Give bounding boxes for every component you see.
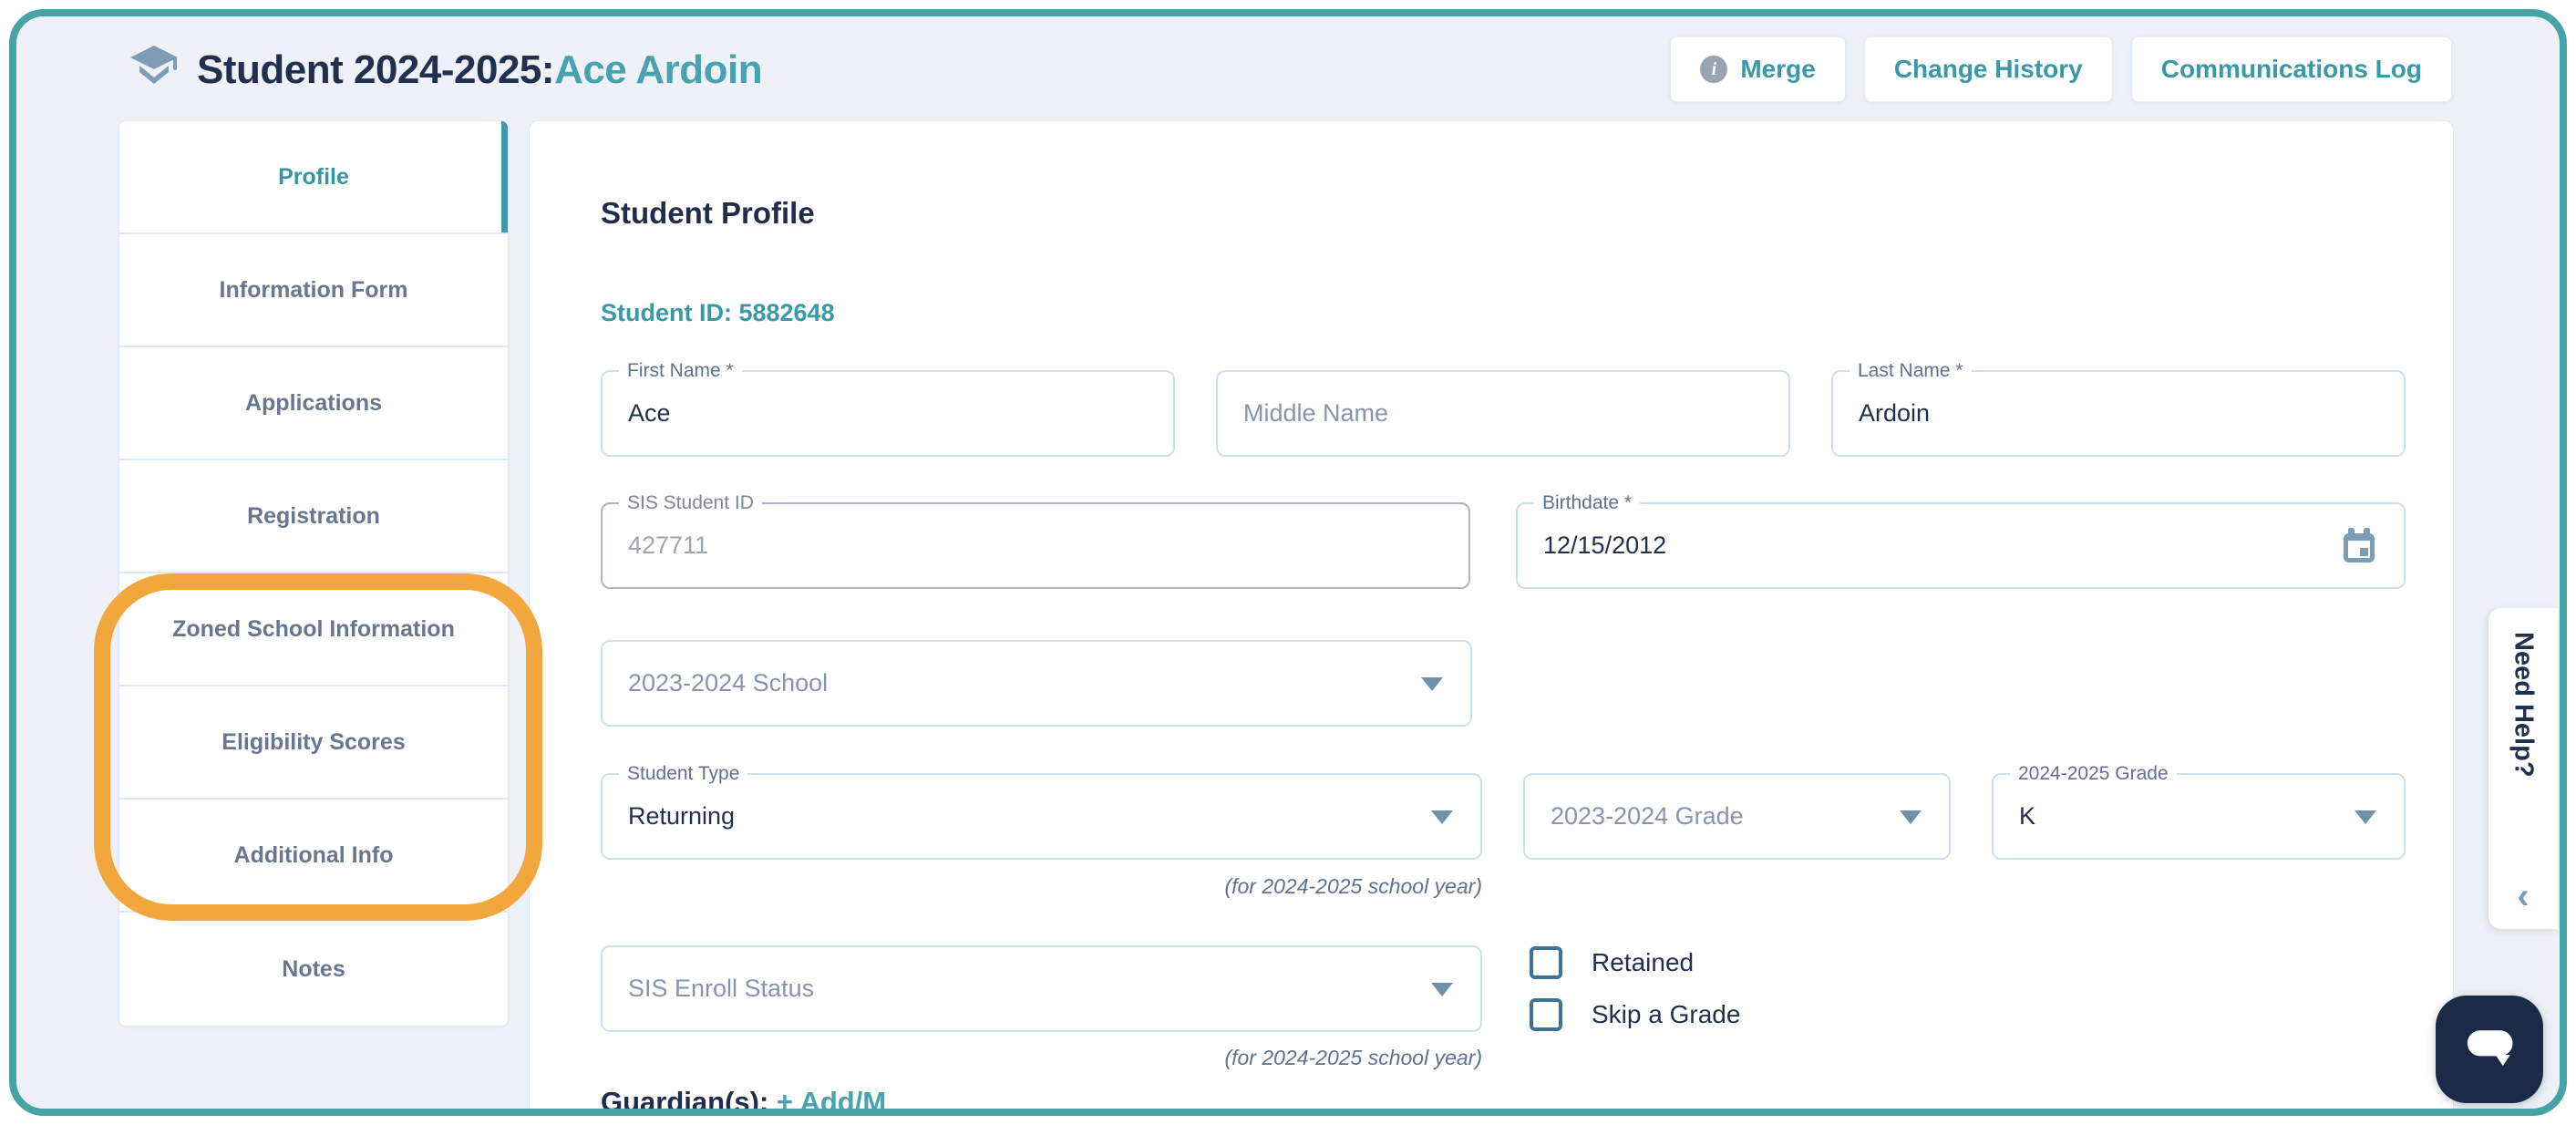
school-row: 2023-2024 School <box>601 640 1472 727</box>
retained-checkbox-row[interactable]: Retained <box>1530 946 1740 979</box>
section-title: Student Profile <box>601 196 815 230</box>
student-type-select[interactable]: Student Type Returning <box>601 762 1482 860</box>
sidebar-tabs: Profile Information Form Applications Re… <box>118 120 509 1027</box>
change-history-button-label: Change History <box>1893 55 2083 83</box>
grade-2023-2024-select[interactable]: 2023-2024 Grade <box>1523 773 1951 860</box>
grade-2023-2024-placeholder: 2023-2024 Grade <box>1551 802 1744 830</box>
sis-enroll-status-select[interactable]: SIS Enroll Status <box>601 945 1482 1032</box>
chat-launcher-button[interactable] <box>2436 996 2543 1103</box>
type-grade-row: Student Type Returning 2023-2024 Grade 2… <box>601 762 2406 860</box>
need-help-tab[interactable]: Need Help? ‹ <box>2488 608 2558 929</box>
student-type-label: Student Type <box>619 762 748 786</box>
chevron-down-icon <box>1900 810 1922 824</box>
middle-name-placeholder: Middle Name <box>1243 399 1389 427</box>
sis-enroll-status-placeholder: SIS Enroll Status <box>628 975 815 1002</box>
sidebar-item-applications[interactable]: Applications <box>119 347 508 460</box>
skip-grade-checkbox-label: Skip a Grade <box>1592 1000 1741 1028</box>
grade-2024-2025-value: K <box>2019 802 2036 830</box>
guardians-section-heading: Guardian(s): + Add/M <box>601 1086 886 1116</box>
enroll-status-helper-text: (for 2024-2025 school year) <box>1224 1046 1482 1069</box>
retained-checkbox-label: Retained <box>1592 948 1695 976</box>
page-title: Student 2024-2025:Ace Ardoin <box>197 47 763 93</box>
skip-grade-checkbox-row[interactable]: Skip a Grade <box>1530 998 1740 1031</box>
id-fields-row: SIS Student ID 427711 Birthdate * 12/15/… <box>601 491 2406 589</box>
last-name-field[interactable]: Last Name * Ardoin <box>1831 359 2406 457</box>
guardians-add-link[interactable]: + Add/M <box>777 1086 886 1109</box>
chevron-down-icon <box>1431 810 1453 824</box>
retained-checkbox[interactable] <box>1530 946 1562 979</box>
page-title-student-name: Ace Ardoin <box>554 47 763 92</box>
chevron-down-icon <box>1431 982 1453 996</box>
sidebar-item-notes[interactable]: Notes <box>119 913 508 1026</box>
merge-button-label: Merge <box>1740 55 1816 83</box>
first-name-field[interactable]: First Name * Ace <box>601 359 1175 457</box>
communications-log-button[interactable]: Communications Log <box>2130 36 2452 102</box>
change-history-button[interactable]: Change History <box>1863 36 2113 102</box>
chevron-left-icon: ‹ <box>2517 876 2530 916</box>
sidebar-item-information-form[interactable]: Information Form <box>119 234 508 347</box>
calendar-icon[interactable] <box>2338 525 2380 567</box>
student-type-helper-text: (for 2024-2025 school year) <box>1224 874 1482 898</box>
sis-student-id-field: SIS Student ID 427711 <box>601 491 1470 589</box>
name-fields-row: First Name * Ace Middle Name Last Name *… <box>601 359 2406 457</box>
page-title-prefix: Student 2024-2025: <box>197 47 555 92</box>
birthdate-field[interactable]: Birthdate * 12/15/2012 <box>1516 491 2406 589</box>
header-actions: i Merge Change History Communications Lo… <box>1670 36 2452 102</box>
page: Student 2024-2025:Ace Ardoin i Merge Cha… <box>0 0 2576 1125</box>
student-type-value: Returning <box>628 802 736 830</box>
app-frame: Student 2024-2025:Ace Ardoin i Merge Cha… <box>9 9 2567 1116</box>
enroll-status-row: SIS Enroll Status <box>601 945 1482 1032</box>
chat-bubble-icon <box>2450 1008 2529 1091</box>
sidebar-item-eligibility-scores[interactable]: Eligibility Scores <box>119 686 508 800</box>
sidebar-item-additional-info[interactable]: Additional Info <box>119 800 508 913</box>
merge-button[interactable]: i Merge <box>1670 36 1846 102</box>
guardians-label: Guardian(s): <box>601 1086 769 1116</box>
birthdate-label: Birthdate * <box>1534 491 1641 515</box>
school-2023-2024-select[interactable]: 2023-2024 School <box>601 640 1472 727</box>
communications-log-button-label: Communications Log <box>2160 55 2422 83</box>
need-help-label: Need Help? <box>2509 632 2539 778</box>
student-id-text: Student ID: 5882648 <box>601 299 835 326</box>
middle-name-field[interactable]: Middle Name <box>1216 370 1790 457</box>
sis-student-id-value: 427711 <box>628 532 709 559</box>
chevron-down-icon <box>1421 676 1443 691</box>
school-2023-2024-placeholder: 2023-2024 School <box>628 669 829 697</box>
graduation-cap-icon <box>128 42 180 95</box>
grade-2024-2025-select[interactable]: 2024-2025 Grade K <box>1992 762 2406 860</box>
last-name-label: Last Name * <box>1850 359 1972 383</box>
last-name-value: Ardoin <box>1859 399 1931 427</box>
info-icon: i <box>1700 56 1728 83</box>
sis-student-id-label: SIS Student ID <box>619 491 762 515</box>
student-profile-panel: Student Profile Student ID: 5882648 Firs… <box>529 120 2454 1116</box>
sidebar-item-profile[interactable]: Profile <box>119 121 508 234</box>
grade-2024-2025-label: 2024-2025 Grade <box>2010 762 2177 786</box>
chevron-down-icon <box>2354 810 2376 824</box>
skip-grade-checkbox[interactable] <box>1530 998 1562 1031</box>
first-name-value: Ace <box>628 399 671 427</box>
birthdate-value: 12/15/2012 <box>1543 532 1667 559</box>
sidebar-item-registration[interactable]: Registration <box>119 460 508 573</box>
checkbox-group: Retained Skip a Grade <box>1530 946 1740 1031</box>
sidebar-item-zoned-school-information[interactable]: Zoned School Information <box>119 573 508 686</box>
first-name-label: First Name * <box>619 359 742 383</box>
